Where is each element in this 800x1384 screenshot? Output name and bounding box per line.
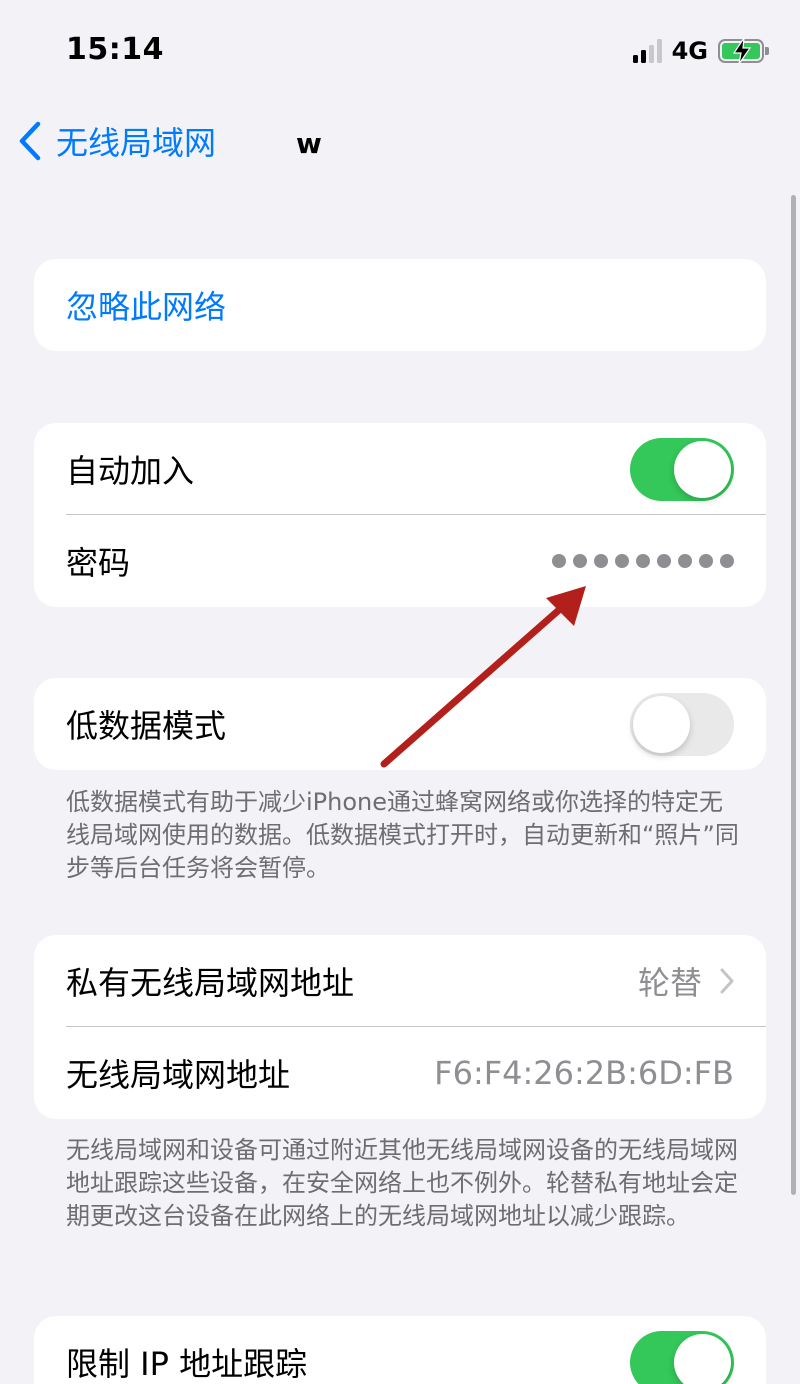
- low-data-row: 低数据模式: [34, 678, 766, 770]
- auto-join-row: 自动加入: [34, 423, 766, 515]
- password-label: 密码: [66, 544, 131, 582]
- battery-charging-icon: [718, 38, 769, 64]
- limit-ip-toggle[interactable]: [630, 1331, 734, 1384]
- join-settings-card: 自动加入 密码: [34, 423, 766, 607]
- chevron-right-icon: [720, 968, 734, 994]
- auto-join-label: 自动加入: [66, 452, 195, 490]
- scroll-indicator[interactable]: [791, 195, 796, 1195]
- limit-ip-row: 限制 IP 地址跟踪: [34, 1316, 766, 1384]
- low-data-toggle[interactable]: [630, 693, 734, 756]
- wifi-address-label: 无线局域网地址: [66, 1056, 291, 1094]
- forget-network-card: 忽略此网络: [34, 259, 766, 351]
- wifi-address-value: F6:F4:26:2B:6D:FB: [434, 1054, 734, 1092]
- status-bar: 15:14 4G: [0, 0, 800, 100]
- private-address-label: 私有无线局域网地址: [66, 964, 355, 1002]
- back-button[interactable]: 无线局域网: [18, 119, 216, 163]
- low-data-card: 低数据模式: [34, 678, 766, 770]
- private-address-value: 轮替: [638, 958, 734, 1004]
- password-row[interactable]: 密码: [34, 515, 766, 607]
- low-data-label: 低数据模式: [66, 707, 227, 745]
- network-type: 4G: [671, 37, 708, 65]
- status-indicators: 4G: [632, 36, 769, 66]
- auto-join-toggle[interactable]: [630, 438, 734, 501]
- limit-ip-label: 限制 IP 地址跟踪: [66, 1345, 308, 1383]
- status-time: 15:14: [66, 32, 164, 67]
- private-address-row[interactable]: 私有无线局域网地址 轮替: [34, 935, 766, 1027]
- password-dots: [552, 554, 734, 568]
- navigation-bar: 无线局域网 wi: [0, 105, 800, 175]
- wifi-address-text: F6:F4:26:2B:6D:FB: [434, 1054, 734, 1092]
- forget-network-button[interactable]: 忽略此网络: [34, 259, 766, 351]
- address-footnote: 无线局域网和设备可通过附近其他无线局域网设备的无线局域网地址跟踪这些设备，在安全…: [66, 1136, 738, 1230]
- chevron-left-icon: [19, 121, 41, 161]
- low-data-footnote: 低数据模式有助于减少iPhone通过蜂窝网络或你选择的特定无线局域网使用的数据。…: [66, 788, 739, 882]
- address-card: 私有无线局域网地址 轮替 无线局域网地址 F6:F4:26:2B:6D:FB: [34, 935, 766, 1119]
- cellular-signal-icon: [632, 39, 662, 63]
- page-title: wi: [296, 127, 324, 160]
- back-label: 无线局域网: [56, 124, 217, 162]
- forget-network-label: 忽略此网络: [66, 288, 227, 326]
- limit-ip-card: 限制 IP 地址跟踪: [34, 1316, 766, 1384]
- password-value: [552, 554, 734, 568]
- private-address-mode: 轮替: [637, 964, 702, 1002]
- wifi-address-row: 无线局域网地址 F6:F4:26:2B:6D:FB: [34, 1027, 766, 1119]
